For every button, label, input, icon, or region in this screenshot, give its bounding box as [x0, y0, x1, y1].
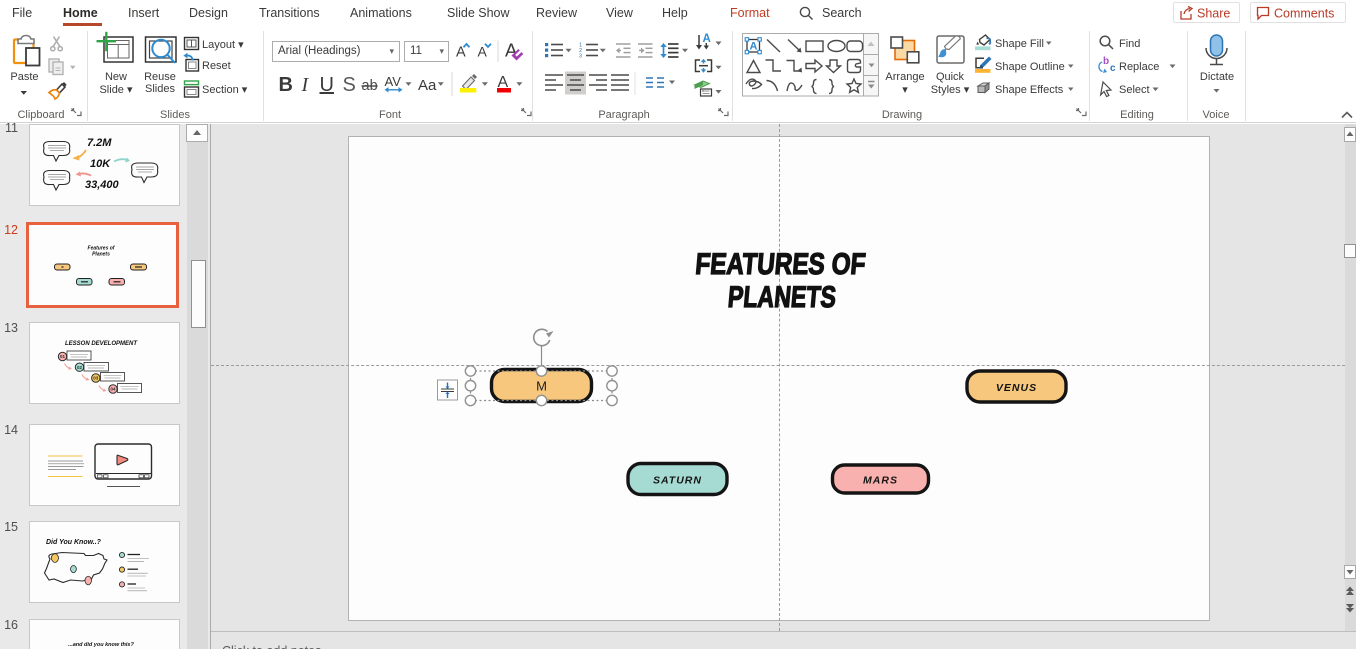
svg-text:AV: AV — [385, 74, 402, 89]
svg-text:02: 02 — [77, 365, 83, 370]
svg-text:I: I — [301, 74, 310, 96]
svg-text:FEATURES OF: FEATURES OF — [694, 248, 867, 281]
svg-text:M: M — [536, 379, 547, 394]
svg-text:A: A — [750, 41, 758, 53]
svg-text:04: 04 — [110, 387, 116, 392]
svg-text:VENUS: VENUS — [996, 382, 1037, 394]
svg-text:10K: 10K — [90, 158, 111, 170]
svg-text:S: S — [343, 74, 356, 96]
svg-text:Planets: Planets — [92, 252, 110, 258]
svg-text:7.2M: 7.2M — [87, 137, 112, 149]
svg-text:01: 01 — [60, 354, 66, 359]
svg-text:c: c — [1110, 63, 1116, 74]
svg-text:Did You Know..?: Did You Know..? — [46, 539, 102, 546]
svg-text:...and did you know this?: ...and did you know this? — [68, 642, 134, 648]
svg-text:ab: ab — [362, 78, 378, 94]
svg-text:U: U — [320, 74, 334, 96]
svg-text:PLANETS: PLANETS — [727, 281, 838, 314]
svg-text:b: b — [1103, 56, 1109, 67]
svg-text:Aa: Aa — [418, 77, 437, 94]
svg-text:LESSON DEVELOPMENT: LESSON DEVELOPMENT — [65, 341, 138, 347]
svg-text:3: 3 — [579, 54, 582, 60]
svg-text:03: 03 — [93, 376, 99, 381]
svg-text:33,400: 33,400 — [85, 179, 120, 191]
svg-text:SATURN: SATURN — [653, 475, 702, 487]
svg-text:B: B — [279, 74, 293, 96]
svg-text:MARS: MARS — [863, 475, 898, 487]
